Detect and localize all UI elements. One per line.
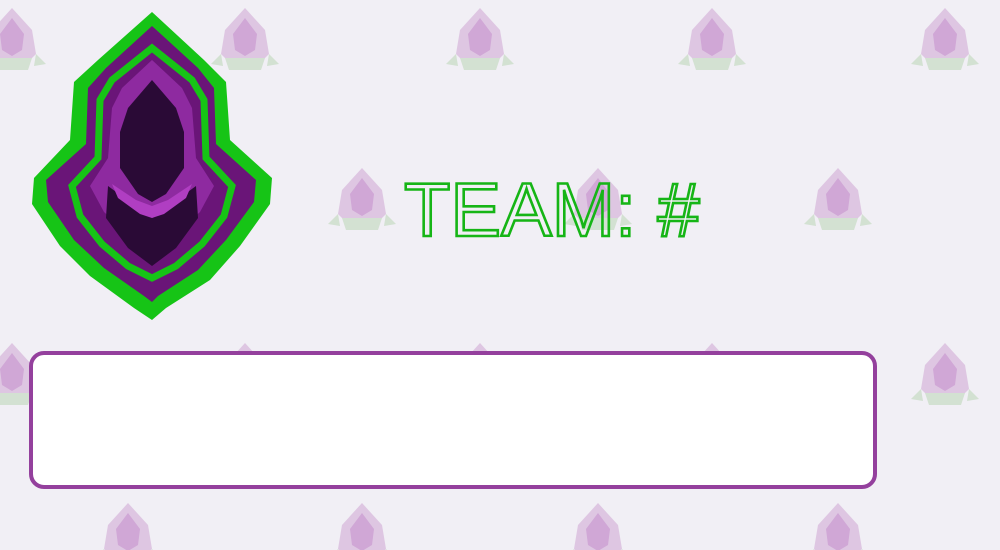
hooded-figure-shield-icon: [32, 12, 272, 320]
team-number-label: TEAM: #: [403, 168, 701, 248]
team-card: TEAM: #: [0, 0, 1000, 550]
team-label-text: TEAM: #: [404, 168, 700, 248]
team-name-box[interactable]: [29, 351, 877, 489]
